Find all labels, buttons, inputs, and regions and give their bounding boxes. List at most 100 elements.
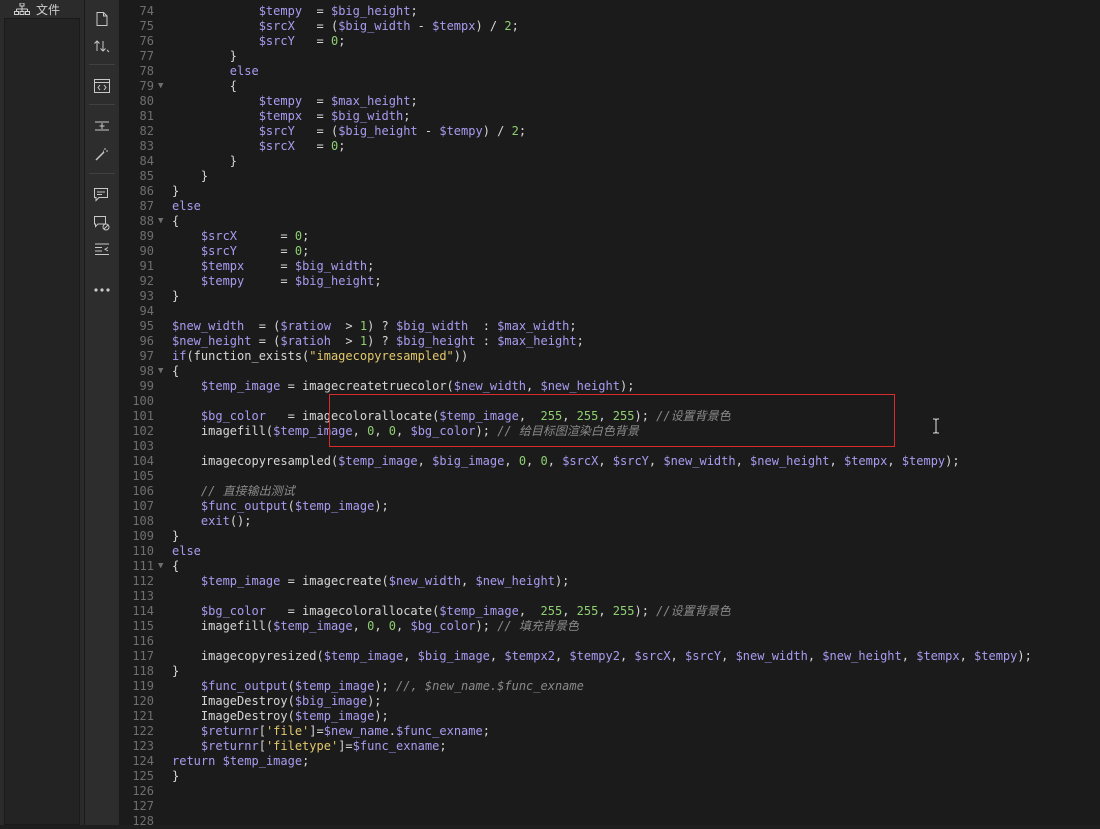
code-line[interactable]: 99 $temp_image = imagecreatetruecolor($n…	[120, 379, 1100, 394]
code-line[interactable]: 102 imagefill($temp_image, 0, 0, $bg_col…	[120, 424, 1100, 439]
indent-icon[interactable]	[90, 238, 114, 260]
code-line[interactable]: 82 $srcY = ($big_height - $tempy) / 2;	[120, 124, 1100, 139]
code-line[interactable]: 79 ▼ {	[120, 79, 1100, 94]
code-text: $temp_image = imagecreate($new_width, $n…	[172, 574, 570, 589]
code-token: ,	[417, 454, 433, 468]
code-token: ,	[562, 409, 577, 423]
line-number: 103	[132, 439, 154, 453]
fold-toggle-icon[interactable]: ▼	[158, 559, 168, 574]
code-token: $new_height	[475, 574, 555, 588]
code-line[interactable]: 113	[120, 589, 1100, 604]
code-line[interactable]: 123 $returnr['filetype']=$func_exname;	[120, 739, 1100, 754]
remove-comment-icon[interactable]	[90, 212, 114, 234]
line-number: 114	[132, 604, 154, 618]
code-line[interactable]: 77 }	[120, 49, 1100, 64]
code-line[interactable]: 105	[120, 469, 1100, 484]
code-line[interactable]: 112 $temp_image = imagecreate($new_width…	[120, 574, 1100, 589]
line-number: 118	[132, 664, 154, 678]
code-line[interactable]: 81 $tempx = $big_width;	[120, 109, 1100, 124]
code-line[interactable]: 120 ImageDestroy($big_image);	[120, 694, 1100, 709]
code-text: $bg_color = imagecolorallocate($temp_ima…	[172, 409, 731, 424]
code-line[interactable]: 100	[120, 394, 1100, 409]
code-line[interactable]: 127	[120, 799, 1100, 814]
code-line[interactable]: 110 else	[120, 544, 1100, 559]
code-token: if	[172, 349, 187, 363]
code-line[interactable]: 128	[120, 814, 1100, 829]
code-token: .	[388, 724, 397, 738]
code-token: ,	[829, 454, 844, 468]
comment-icon[interactable]	[90, 184, 114, 206]
code-token: else	[172, 544, 201, 558]
code-token: $returnr	[200, 739, 259, 753]
new-file-icon[interactable]	[90, 8, 114, 30]
code-line[interactable]: 104 imagecopyresampled($temp_image, $big…	[120, 454, 1100, 469]
line-number: 109	[132, 529, 154, 543]
code-line[interactable]: 85 }	[120, 169, 1100, 184]
code-line[interactable]: 83 $srcX = 0;	[120, 139, 1100, 154]
code-line[interactable]: 96 $new_height = ($ratioh > 1) ? $big_hei…	[120, 334, 1100, 349]
code-line[interactable]: 118}	[120, 664, 1100, 679]
code-line[interactable]: 78 else	[120, 64, 1100, 79]
code-line[interactable]: 88 ▼ {	[120, 214, 1100, 229]
code-line[interactable]: 106 // 直接输出测试	[120, 484, 1100, 499]
code-line[interactable]: 95 $new_width = ($ratiow > 1) ? $big_widt…	[120, 319, 1100, 334]
code-line[interactable]: 97 if(function_exists("imagecopyresampled…	[120, 349, 1100, 364]
fold-toggle-icon[interactable]: ▼	[158, 364, 168, 379]
code-line[interactable]: 80 $tempy = $max_height;	[120, 94, 1100, 109]
code-token: :	[475, 334, 498, 348]
code-line[interactable]: 126	[120, 784, 1100, 799]
sort-icon[interactable]	[90, 35, 114, 57]
code-line[interactable]: 93}	[120, 289, 1100, 304]
code-line[interactable]: 91 $tempx = $big_width;	[120, 259, 1100, 274]
line-number: 85	[139, 169, 154, 183]
more-icon[interactable]	[90, 279, 114, 301]
code-line[interactable]: 125}	[120, 769, 1100, 784]
code-line[interactable]: 122 $returnr['file']=$new_name.$func_exn…	[120, 724, 1100, 739]
code-token: imagefill(	[172, 424, 274, 438]
file-panel-body[interactable]	[4, 18, 80, 825]
code-line[interactable]: 116	[120, 634, 1100, 649]
code-view-icon[interactable]	[90, 75, 114, 97]
code-line[interactable]: 74 $tempy = $big_height;	[120, 4, 1100, 19]
code-token: ;	[518, 124, 527, 138]
wand-icon[interactable]	[90, 143, 114, 165]
code-text: }	[172, 529, 179, 544]
code-line[interactable]: 94	[120, 304, 1100, 319]
code-line[interactable]: 117 imagecopyresized($temp_image, $big_i…	[120, 649, 1100, 664]
code-line[interactable]: 119 $func_output($temp_image); //, $new_…	[120, 679, 1100, 694]
code-line[interactable]: 107 $func_output($temp_image);	[120, 499, 1100, 514]
code-token: );	[1017, 649, 1032, 663]
code-token: 'filetype'	[265, 739, 339, 753]
code-line[interactable]: 111 ▼ {	[120, 559, 1100, 574]
code-token: =	[237, 244, 295, 258]
code-line[interactable]: 76 $srcY = 0;	[120, 34, 1100, 49]
code-line[interactable]: 87 else	[120, 199, 1100, 214]
code-line[interactable]: 103	[120, 439, 1100, 454]
code-line[interactable]: 90 $srcY = 0;	[120, 244, 1100, 259]
code-line[interactable]: 115 imagefill($temp_image, 0, 0, $bg_col…	[120, 619, 1100, 634]
code-editor[interactable]: 74 $tempy = $big_height; 75 $srcX = ($big…	[120, 0, 1100, 828]
code-line[interactable]: 121 ImageDestroy($temp_image);	[120, 709, 1100, 724]
fold-toggle-icon[interactable]: ▼	[158, 79, 168, 94]
code-line[interactable]: 86}	[120, 184, 1100, 199]
code-line[interactable]: 75 $srcX = ($big_width - $tempx) / 2;	[120, 19, 1100, 34]
code-line[interactable]: 124 return $temp_image;	[120, 754, 1100, 769]
code-line[interactable]: 114 $bg_color = imagecolorallocate($temp…	[120, 604, 1100, 619]
code-line[interactable]: 92 $tempy = $big_height;	[120, 274, 1100, 289]
code-line[interactable]: 89 $srcX = 0;	[120, 229, 1100, 244]
code-line[interactable]: 98 ▼ {	[120, 364, 1100, 379]
code-line[interactable]: 108 exit();	[120, 514, 1100, 529]
code-token: ,	[518, 604, 541, 618]
code-line[interactable]: 101 $bg_color = imagecolorallocate($temp…	[120, 409, 1100, 424]
code-line[interactable]: 109}	[120, 529, 1100, 544]
code-line[interactable]: 84 }	[120, 154, 1100, 169]
code-text: $new_width = ($ratiow > 1) ? $big_width …	[172, 319, 577, 334]
fold-toggle-icon[interactable]: ▼	[158, 214, 168, 229]
code-text: ImageDestroy($big_image);	[172, 694, 382, 709]
file-panel-header[interactable]: 文件	[0, 0, 84, 18]
expand-icon[interactable]	[90, 115, 114, 137]
